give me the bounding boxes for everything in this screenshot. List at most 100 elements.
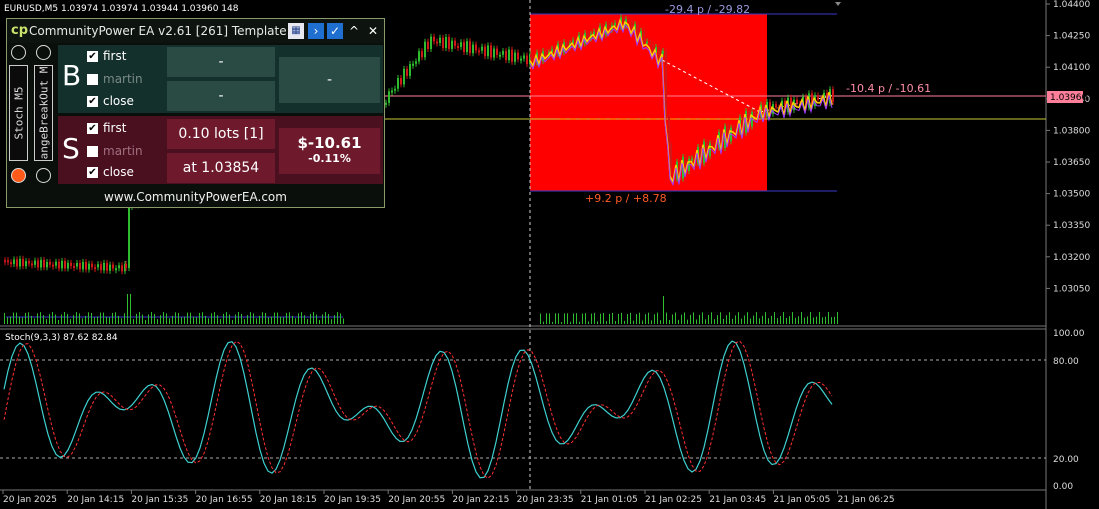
volume-bar	[657, 312, 658, 324]
status-indicator[interactable]	[36, 168, 51, 183]
sell-price-cell[interactable]: at 1.03854	[167, 153, 275, 183]
volume-bar	[64, 312, 65, 324]
volume-bar	[115, 312, 116, 324]
volume-bar	[612, 312, 613, 324]
volume-bar	[223, 313, 224, 324]
candle	[128, 206, 130, 268]
candle	[58, 261, 60, 269]
volume-bar	[283, 317, 284, 324]
volume-bar	[334, 315, 335, 324]
volume-bar	[4, 312, 5, 324]
sell-pl-value: $-10.61	[297, 134, 362, 152]
volume-bar	[816, 316, 817, 324]
candle	[28, 261, 30, 264]
buy-lots-cell[interactable]: -	[167, 47, 275, 77]
strategy-tab-stoch[interactable]: Stoch M5	[9, 65, 28, 161]
volume-bar	[295, 318, 296, 324]
candle	[448, 37, 450, 49]
candle	[460, 42, 462, 47]
volume-bar	[157, 319, 158, 324]
candle	[418, 51, 420, 62]
calendar-icon[interactable]: ▦	[288, 23, 304, 39]
candle	[832, 89, 834, 102]
candle	[587, 33, 589, 39]
volume-bar	[100, 312, 101, 324]
candle	[46, 261, 48, 268]
status-indicator-active[interactable]	[11, 168, 26, 183]
sell-close-checkbox[interactable]: ✔ close	[87, 165, 134, 179]
next-button[interactable]: ›	[308, 23, 324, 39]
sell-lots-cell[interactable]: 0.10 lots [1]	[167, 119, 275, 149]
volume-bar	[184, 316, 185, 324]
sell-first-checkbox[interactable]: ✔ first	[87, 121, 126, 135]
volume-bar	[277, 312, 278, 324]
volume-bar	[133, 319, 134, 324]
volume-bar	[160, 315, 161, 324]
buy-martin-checkbox[interactable]: martin	[87, 72, 143, 86]
sell-martin-checkbox[interactable]: martin	[87, 144, 143, 158]
volume-bar	[106, 316, 107, 324]
checkbox-checked-icon: ✔	[87, 51, 98, 62]
volume-bar	[340, 313, 341, 324]
buy-first-checkbox[interactable]: ✔ first	[87, 49, 126, 63]
candle	[22, 258, 24, 267]
candle	[52, 264, 54, 267]
buy-price-cell[interactable]: -	[167, 81, 275, 111]
buy-pl-cell[interactable]: -	[279, 57, 380, 103]
toggle-circle-1[interactable]	[11, 45, 26, 60]
volume-bar	[109, 317, 110, 324]
volume-bar	[256, 318, 257, 324]
volume-bar	[247, 315, 248, 324]
volume-bar	[585, 313, 586, 324]
volume-bar	[666, 312, 667, 324]
strategy-tab-range[interactable]: angeBreakOut M	[34, 65, 53, 161]
volume-bar	[636, 314, 637, 324]
volume-bar	[750, 318, 751, 324]
volume-bar	[660, 320, 661, 324]
candle	[466, 41, 468, 53]
volume-bar	[304, 315, 305, 324]
confirm-button[interactable]: ✓	[327, 23, 343, 39]
candle	[646, 41, 648, 44]
volume-bar	[136, 313, 137, 324]
sell-pl-cell[interactable]: $-10.61 -0.11%	[279, 128, 380, 174]
volume-bar	[732, 318, 733, 324]
panel-title: CommunityPower EA v2.61 [261] Template	[29, 24, 287, 38]
buy-letter: B	[62, 59, 82, 92]
collapse-button[interactable]: ^	[346, 23, 362, 39]
volume-bar	[187, 312, 188, 324]
volume-bar	[738, 312, 739, 324]
toggle-circle-2[interactable]	[36, 45, 51, 60]
stoch-tick-label: 0.00	[1053, 482, 1073, 492]
volume-bar	[624, 320, 625, 324]
volume-bar	[804, 317, 805, 324]
volume-bar	[88, 312, 89, 324]
bottom-box-label: +9.2 p / +8.78	[585, 192, 667, 205]
buy-close-checkbox[interactable]: ✔ close	[87, 94, 134, 108]
candle	[34, 260, 36, 265]
volume-bar	[594, 313, 595, 324]
candle	[445, 37, 447, 48]
volume-bar	[591, 313, 592, 324]
volume-bar	[801, 312, 802, 324]
close-button[interactable]: ✕	[365, 23, 381, 39]
candle	[463, 42, 465, 53]
panel-footer-link[interactable]: www.CommunityPowerEA.com	[7, 190, 384, 204]
stoch-tick-label: 100.00	[1053, 329, 1085, 339]
panel-titlebar[interactable]: cp CommunityPower EA v2.61 [261] Templat…	[7, 19, 384, 43]
volume-bar	[292, 315, 293, 324]
volume-bar	[226, 312, 227, 324]
volume-bar	[175, 312, 176, 324]
price-tick-label: 1.03200	[1053, 253, 1090, 263]
volume-bar	[127, 294, 128, 324]
volume-bar	[699, 314, 700, 324]
volume-bar	[241, 313, 242, 324]
candle	[13, 259, 15, 264]
volume-bar	[34, 318, 35, 324]
volume-bar	[798, 316, 799, 324]
volume-bar	[540, 313, 541, 324]
candle	[475, 44, 477, 51]
volume-bar	[28, 312, 29, 324]
candle	[484, 46, 486, 57]
volume-bar	[178, 312, 179, 324]
